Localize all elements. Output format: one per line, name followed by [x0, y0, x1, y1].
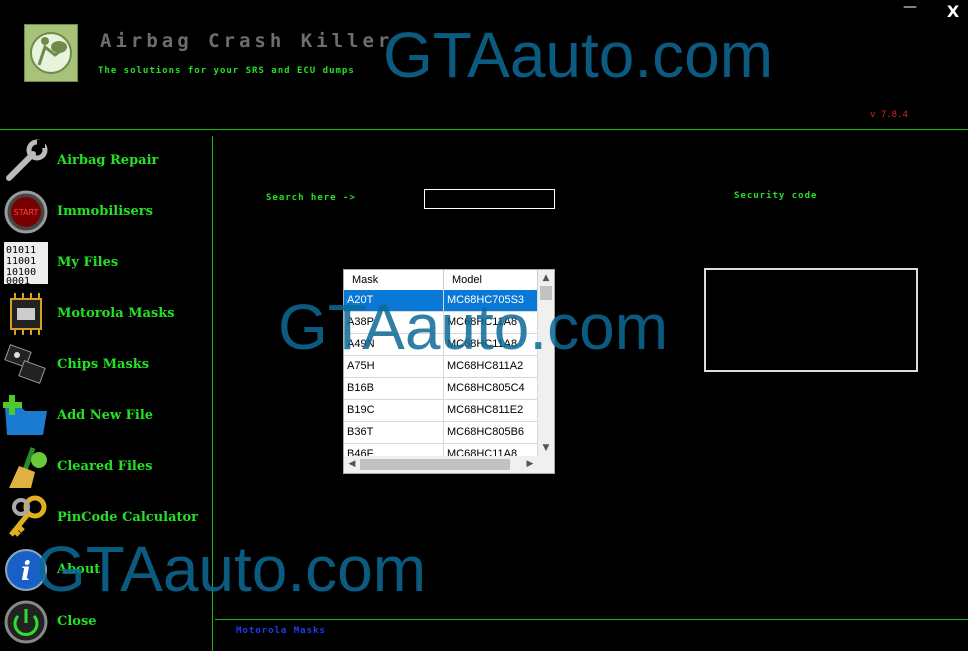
search-label: Search here ->: [266, 193, 356, 203]
status-label: Motorola Masks: [236, 626, 326, 636]
header-divider: [0, 129, 968, 130]
sidebar-item-label: About: [57, 562, 101, 577]
sidebar-item-label: Add New File: [57, 408, 154, 423]
sidebar-item-label: Immobilisers: [57, 204, 153, 219]
scroll-right-icon[interactable]: ▶: [522, 456, 538, 473]
model-cell: MC68HC811E2: [444, 400, 538, 422]
scroll-up-icon[interactable]: ▲: [538, 270, 554, 286]
mask-cell: A49N: [344, 334, 444, 356]
table-row[interactable]: B19C MC68HC811E2: [344, 400, 538, 422]
mask-cell: B46F: [344, 444, 444, 456]
horizontal-scroll-thumb[interactable]: [360, 459, 510, 470]
mask-cell: A20T: [344, 290, 444, 312]
column-header-model[interactable]: Model: [444, 270, 538, 290]
minimize-button[interactable]: —: [900, 0, 920, 18]
model-cell: MC68HC805B6: [444, 422, 538, 444]
watermark-text: GTAauto.com: [383, 19, 774, 91]
table-row[interactable]: B46F MC68HC11A8: [344, 444, 538, 456]
table-header: Mask Model: [344, 270, 538, 291]
power-icon: [3, 599, 49, 645]
table-body: A20T MC68HC705S3 A38P MC68HC11A8 A49N MC…: [344, 290, 538, 456]
sidebar-item-close[interactable]: Close: [0, 597, 212, 647]
svg-text:11001: 11001: [6, 256, 36, 267]
broom-icon: [3, 444, 49, 490]
search-input[interactable]: [424, 189, 555, 209]
app-subtitle: The solutions for your SRS and ECU dumps: [98, 66, 355, 76]
info-icon: i: [3, 547, 49, 593]
model-cell: MC68HC11A8: [444, 312, 538, 334]
svg-text:01011: 01011: [6, 245, 36, 256]
close-window-button[interactable]: X: [942, 2, 964, 24]
security-code-box[interactable]: [704, 268, 918, 372]
sidebar-item-motorola-masks[interactable]: Motorola Masks: [0, 289, 212, 339]
status-divider: [215, 619, 968, 620]
sidebar-divider: [212, 136, 213, 651]
vertical-scroll-thumb[interactable]: [540, 286, 552, 300]
model-cell: MC68HC805C4: [444, 378, 538, 400]
mask-cell: A38P: [344, 312, 444, 334]
sidebar-item-cleared-files[interactable]: Cleared Files: [0, 442, 212, 492]
sidebar-item-label: My Files: [57, 255, 119, 270]
model-cell: MC68HC11A8: [444, 444, 538, 456]
mask-cell: B19C: [344, 400, 444, 422]
sidebar-item-immobilisers[interactable]: START Immobilisers: [0, 187, 212, 237]
chip-icon: [3, 291, 49, 337]
svg-text:START: START: [14, 208, 39, 217]
binary-icon: 01011 11001 10100 0001: [3, 240, 49, 286]
horizontal-scrollbar[interactable]: ◀ ▶: [344, 456, 538, 473]
keys-icon: [3, 495, 49, 541]
table-row[interactable]: A20T MC68HC705S3: [344, 290, 538, 312]
scroll-down-icon[interactable]: ▼: [538, 440, 554, 456]
folder-add-icon: [3, 393, 49, 439]
masks-table[interactable]: Mask Model A20T MC68HC705S3 A38P MC68HC1…: [343, 269, 555, 474]
model-cell: MC68HC811A2: [444, 356, 538, 378]
scroll-left-icon[interactable]: ◀: [344, 456, 360, 473]
svg-text:0001: 0001: [6, 276, 30, 286]
sidebar-item-label: Airbag Repair: [57, 153, 159, 168]
version-label: v 7.8.4: [870, 110, 908, 120]
table-row[interactable]: A38P MC68HC11A8: [344, 312, 538, 334]
chips-icon: [3, 342, 49, 388]
sidebar-item-my-files[interactable]: 01011 11001 10100 0001 My Files: [0, 238, 212, 288]
column-header-mask[interactable]: Mask: [344, 270, 444, 290]
sidebar-item-label: PinCode Calculator: [57, 510, 199, 525]
scrollbar-corner: [538, 456, 554, 473]
sidebar-item-chips-masks[interactable]: Chips Masks: [0, 340, 212, 390]
start-button-icon: START: [3, 189, 49, 235]
sidebar-item-airbag-repair[interactable]: Airbag Repair: [0, 136, 212, 186]
app-logo: [24, 24, 78, 82]
sidebar-item-label: Chips Masks: [57, 357, 150, 372]
sidebar-item-add-new-file[interactable]: Add New File: [0, 391, 212, 441]
sidebar-item-about[interactable]: i About: [0, 545, 212, 595]
table-row[interactable]: B36T MC68HC805B6: [344, 422, 538, 444]
table-row[interactable]: B16B MC68HC805C4: [344, 378, 538, 400]
table-row[interactable]: A75H MC68HC811A2: [344, 356, 538, 378]
sidebar-item-label: Cleared Files: [57, 459, 153, 474]
mask-cell: B16B: [344, 378, 444, 400]
svg-text:i: i: [21, 557, 31, 587]
app-title: Airbag Crash Killer: [100, 30, 394, 52]
security-code-label: Security code: [734, 191, 818, 201]
wrench-icon: [3, 138, 49, 184]
mask-cell: A75H: [344, 356, 444, 378]
mask-cell: B36T: [344, 422, 444, 444]
model-cell: MC68HC705S3: [444, 290, 538, 312]
vertical-scrollbar[interactable]: ▲ ▼: [538, 270, 554, 456]
sidebar-item-label: Motorola Masks: [57, 306, 175, 321]
sidebar-item-label: Close: [57, 614, 97, 629]
sidebar-item-pincode-calculator[interactable]: PinCode Calculator: [0, 493, 212, 543]
model-cell: MC68HC11A8: [444, 334, 538, 356]
table-row[interactable]: A49N MC68HC11A8: [344, 334, 538, 356]
